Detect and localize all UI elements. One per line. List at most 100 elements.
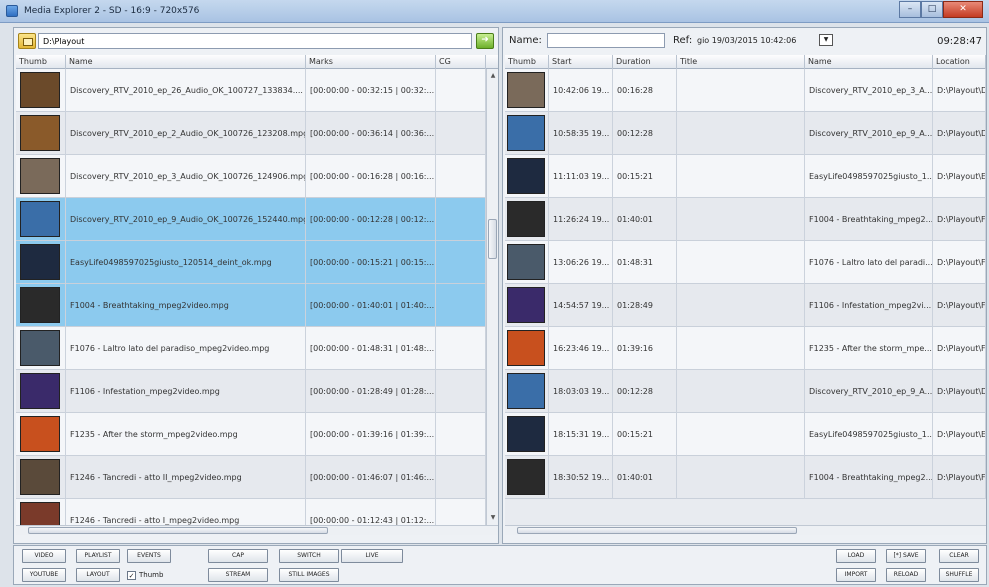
playlist-row[interactable]: 11:11:03 19... 00:15:21 EasyLife0498597025… — [505, 155, 986, 198]
file-name-cell: F1076 - Laltro lato del paradiso_mpeg2vi… — [66, 327, 306, 370]
checkbox-checked-icon[interactable]: ✓ — [127, 570, 136, 580]
playlist-row[interactable]: 11:26:24 19... 01:40:01 F1004 - Breathtaki… — [505, 198, 986, 241]
file-list-row[interactable]: F1106 - Infestation_mpeg2video.mpg [00:00… — [16, 370, 486, 413]
maximize-button[interactable]: □ — [921, 1, 943, 18]
name-cell: F1235 - After the storm_mpe... — [805, 327, 933, 370]
video-thumbnail — [20, 115, 60, 151]
file-list-vertical-scrollbar[interactable]: ▲ ▼ — [486, 69, 498, 525]
go-arrow-icon[interactable]: ➜ — [476, 33, 494, 49]
minimize-button[interactable]: – — [899, 1, 921, 18]
path-input[interactable] — [38, 33, 472, 49]
thumb-cell — [16, 241, 66, 284]
video-button[interactable]: VIDEO — [22, 549, 66, 563]
thumb-cell — [16, 69, 66, 112]
live-button[interactable]: LIVE — [341, 549, 403, 563]
playlist-row[interactable]: 18:30:52 19... 01:40:01 F1004 - Breathtaki… — [505, 456, 986, 499]
column-header-name[interactable]: Name — [66, 55, 306, 69]
column-header-marks[interactable]: Marks — [306, 55, 436, 69]
column-header-name[interactable]: Name — [805, 55, 933, 69]
cg-cell — [436, 112, 486, 155]
ref-datetime[interactable]: gio 19/03/2015 10:42:06 — [697, 36, 796, 45]
column-header-duration[interactable]: Duration — [613, 55, 677, 69]
thumb-cell — [505, 112, 549, 155]
file-list-row[interactable]: Discovery_RTV_2010_ep_9_Audio_OK_100726_… — [16, 198, 486, 241]
start-cell: 18:03:03 19... — [549, 370, 613, 413]
column-header-title[interactable]: Title — [677, 55, 805, 69]
clear-button[interactable]: CLEAR — [939, 549, 979, 563]
thumb-cell — [505, 327, 549, 370]
file-name-cell: EasyLife0498597025giusto_120514_deint_ok… — [66, 241, 306, 284]
reload-button[interactable]: RELOAD — [886, 568, 926, 582]
file-list-row[interactable]: EasyLife0498597025giusto_120514_deint_ok… — [16, 241, 486, 284]
thumb-cell — [16, 327, 66, 370]
location-cell: D:\Playout\Ea — [933, 155, 986, 198]
folder-icon[interactable] — [18, 33, 36, 49]
horizontal-scroll-thumb[interactable] — [28, 527, 328, 534]
thumb-cell — [505, 413, 549, 456]
file-list-row[interactable]: F1235 - After the storm_mpeg2video.mpg [0… — [16, 413, 486, 456]
title-cell — [677, 284, 805, 327]
save-button[interactable]: [*] SAVE — [886, 549, 926, 563]
name-cell: EasyLife0498597025giusto_1... — [805, 155, 933, 198]
playlist-row[interactable]: 10:58:35 19... 00:12:28 Discovery_RTV_2010… — [505, 112, 986, 155]
file-list-row[interactable]: Discovery_RTV_2010_ep_26_Audio_OK_100727… — [16, 69, 486, 112]
file-list-row[interactable]: F1004 - Breathtaking_mpeg2video.mpg [00:0… — [16, 284, 486, 327]
thumb-checkbox[interactable]: ✓ Thumb — [127, 568, 163, 582]
playlist-row[interactable]: 13:06:26 19... 01:48:31 F1076 - Laltro lat… — [505, 241, 986, 284]
switch-button[interactable]: SWITCH — [279, 549, 339, 563]
duration-cell: 00:12:28 — [613, 370, 677, 413]
location-cell: D:\Playout\F1 — [933, 198, 986, 241]
marks-cell: [00:00:00 - 00:36:14 | 00:36:... — [306, 112, 436, 155]
thumb-cell — [505, 241, 549, 284]
file-list-row[interactable]: F1076 - Laltro lato del paradiso_mpeg2vi… — [16, 327, 486, 370]
file-list-grid: Thumb Name Marks CG Discovery_RTV_2010_e… — [16, 55, 498, 535]
video-thumbnail — [507, 201, 545, 237]
still-images-button[interactable]: STILL IMAGES — [279, 568, 339, 582]
video-thumbnail — [20, 158, 60, 194]
playlist-row[interactable]: 16:23:46 19... 01:39:16 F1235 - After the … — [505, 327, 986, 370]
column-header-location[interactable]: Location — [933, 55, 986, 69]
file-list-horizontal-scrollbar[interactable] — [16, 525, 498, 535]
video-thumbnail — [507, 330, 545, 366]
name-cell: F1004 - Breathtaking_mpeg2... — [805, 198, 933, 241]
file-name-cell: Discovery_RTV_2010_ep_2_Audio_OK_100726_… — [66, 112, 306, 155]
video-thumbnail — [507, 459, 545, 495]
column-header-thumb[interactable]: Thumb — [505, 55, 549, 69]
column-header-start[interactable]: Start — [549, 55, 613, 69]
cap-button[interactable]: CAP — [208, 549, 268, 563]
path-bar: ➜ — [18, 33, 496, 50]
stream-button[interactable]: STREAM — [208, 568, 268, 582]
thumb-cell — [16, 155, 66, 198]
shuffle-button[interactable]: SHUFFLE — [939, 568, 979, 582]
marks-cell: [00:00:00 - 00:16:28 | 00:16:... — [306, 155, 436, 198]
playlist-horizontal-scrollbar[interactable] — [505, 525, 986, 535]
file-list-row[interactable]: Discovery_RTV_2010_ep_3_Audio_OK_100726_… — [16, 155, 486, 198]
close-button[interactable]: ✕ — [943, 1, 983, 18]
horizontal-scroll-thumb[interactable] — [517, 527, 797, 534]
vertical-scroll-thumb[interactable] — [488, 219, 497, 259]
playlist-row[interactable]: 18:03:03 19... 00:12:28 Discovery_RTV_2010… — [505, 370, 986, 413]
file-list-row[interactable]: Discovery_RTV_2010_ep_2_Audio_OK_100726_… — [16, 112, 486, 155]
youtube-button[interactable]: YOUTUBE — [22, 568, 66, 582]
location-cell: D:\Playout\F1 — [933, 456, 986, 499]
events-button[interactable]: EVENTS — [127, 549, 171, 563]
column-header-thumb[interactable]: Thumb — [16, 55, 66, 69]
playlist-row[interactable]: 14:54:57 19... 01:28:49 F1106 - Infestatio… — [505, 284, 986, 327]
thumb-cell — [505, 198, 549, 241]
scroll-down-icon[interactable]: ▼ — [488, 513, 498, 523]
file-list-row[interactable]: F1246 - Tancredi - atto II_mpeg2video.mp… — [16, 456, 486, 499]
duration-cell: 01:39:16 — [613, 327, 677, 370]
playlist-row[interactable]: 18:15:31 19... 00:15:21 EasyLife0498597025… — [505, 413, 986, 456]
video-thumbnail — [20, 244, 60, 280]
layout-button[interactable]: LAYOUT — [76, 568, 120, 582]
column-header-cg[interactable]: CG — [436, 55, 486, 69]
scroll-up-icon[interactable]: ▲ — [488, 71, 498, 81]
name-cell: Discovery_RTV_2010_ep_3_A... — [805, 69, 933, 112]
load-button[interactable]: LOAD — [836, 549, 876, 563]
calendar-dropdown-icon[interactable]: ▼ — [819, 34, 833, 46]
file-name-cell: Discovery_RTV_2010_ep_26_Audio_OK_100727… — [66, 69, 306, 112]
playlist-row[interactable]: 10:42:06 19... 00:16:28 Discovery_RTV_2010… — [505, 69, 986, 112]
import-button[interactable]: IMPORT — [836, 568, 876, 582]
playlist-name-input[interactable] — [547, 33, 665, 48]
playlist-button[interactable]: PLAYLIST — [76, 549, 120, 563]
